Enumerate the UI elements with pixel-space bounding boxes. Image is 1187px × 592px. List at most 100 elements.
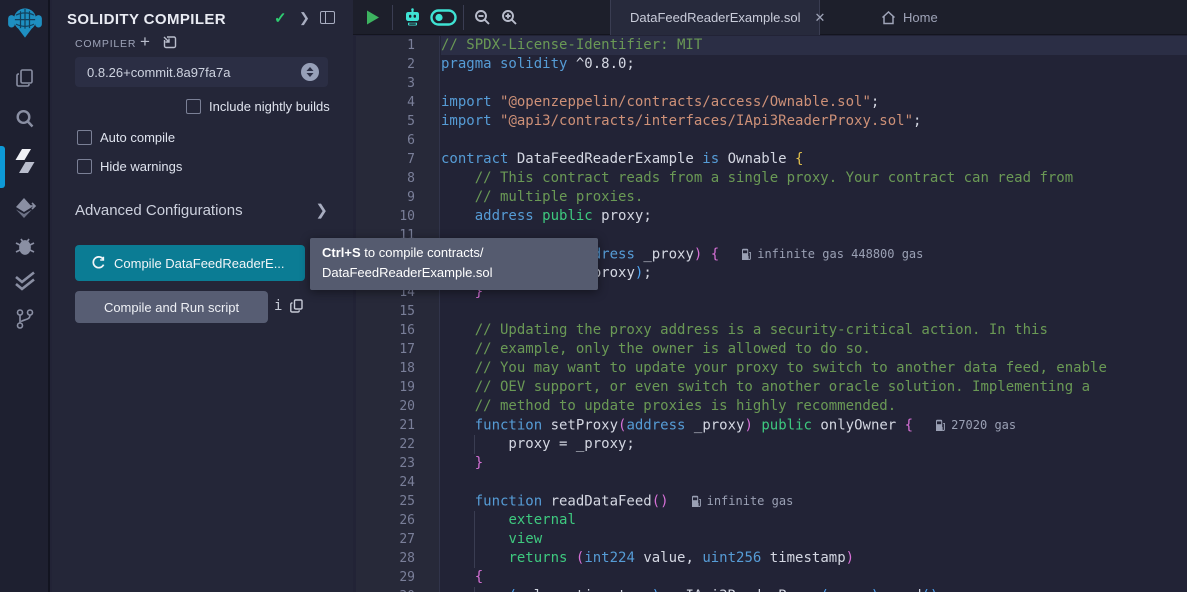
line-number: 18 [356, 359, 439, 378]
code-line: import "@api3/contracts/interfaces/IApi3… [441, 112, 1187, 131]
git-branch-icon[interactable] [0, 300, 50, 338]
solidity-compiler-icon[interactable] [0, 142, 50, 180]
compile-tooltip: Ctrl+S to compile contracts/ DataFeedRea… [310, 238, 598, 290]
line-number: 27 [356, 530, 439, 549]
gas-pump-icon [741, 248, 752, 261]
code-editor[interactable]: 1234567891011121314151617181920212223242… [353, 35, 1187, 592]
compiler-section-label: COMPILER [75, 38, 136, 50]
code-line: contract DataFeedReaderExample is Ownabl… [441, 150, 1187, 169]
chevron-right-icon: ❯ [315, 201, 328, 219]
zoom-out-icon[interactable] [469, 0, 496, 35]
panel-expand-chevron-icon[interactable]: ❯ [299, 10, 310, 26]
tooltip-shortcut: Ctrl+S [322, 245, 361, 260]
code-line: { [441, 568, 1187, 587]
code-line: (value, timestamp) = IApi3ReaderProxy(pr… [441, 587, 1187, 592]
line-number: 8 [356, 169, 439, 188]
ai-assistant-robot-icon[interactable] [397, 0, 427, 35]
line-number: 26 [356, 511, 439, 530]
solidity-compiler-panel: SOLIDITY COMPILER ✓ ❯ COMPILER + 0.8.26+… [52, 0, 353, 592]
code-line: pragma solidity ^0.8.0; [441, 55, 1187, 74]
version-stepper-icon[interactable] [301, 63, 319, 81]
tab-home-label: Home [903, 10, 938, 25]
line-number: 9 [356, 188, 439, 207]
line-number: 15 [356, 302, 439, 321]
plugin-icon-bar [0, 0, 50, 592]
line-number: 16 [356, 321, 439, 340]
load-compiler-icon[interactable] [162, 35, 177, 55]
run-script-button[interactable] [359, 0, 387, 35]
remix-ide-window: SOLIDITY COMPILER ✓ ❯ COMPILER + 0.8.26+… [0, 0, 1187, 592]
tab-close-icon[interactable]: ✕ [815, 10, 826, 26]
tooltip-file: DataFeedReaderExample.sol [322, 263, 586, 283]
line-number: 25 [356, 492, 439, 511]
refresh-icon [91, 256, 105, 270]
info-icon[interactable]: i [274, 298, 282, 314]
indent-guide [474, 587, 475, 592]
line-number: 7 [356, 150, 439, 169]
code-line [441, 74, 1187, 93]
add-compiler-icon[interactable]: + [140, 32, 150, 52]
tooltip-text: to compile contracts/ [361, 245, 484, 260]
ai-copilot-toggle[interactable] [426, 0, 460, 35]
unit-testing-icon[interactable] [0, 262, 50, 300]
include-nightly-checkbox[interactable] [186, 99, 201, 114]
remix-logo[interactable] [0, 4, 50, 42]
code-line: import "@openzeppelin/contracts/access/O… [441, 93, 1187, 112]
search-icon[interactable] [0, 100, 50, 138]
code-line [441, 302, 1187, 321]
gas-pump-icon [691, 495, 702, 508]
auto-compile-checkbox-row[interactable]: Auto compile [77, 130, 175, 145]
gas-pump-icon [935, 419, 946, 432]
line-number: 30 [356, 587, 439, 592]
compile-success-check-icon: ✓ [274, 9, 287, 27]
code-line: // example, only the owner is allowed to… [441, 340, 1187, 359]
debugger-bug-icon[interactable] [0, 227, 50, 265]
advanced-configurations-label: Advanced Configurations [75, 202, 243, 219]
tab-home[interactable]: Home [869, 0, 950, 35]
compiler-version-value: 0.8.26+commit.8a97fa7a [87, 65, 230, 80]
hide-warnings-checkbox-row[interactable]: Hide warnings [77, 159, 182, 174]
advanced-configurations-toggle[interactable]: Advanced Configurations ❯ [75, 201, 328, 219]
code-line: external [441, 511, 1187, 530]
file-explorer-icon[interactable] [0, 59, 50, 97]
code-lines: // SPDX-License-Identifier: MITpragma so… [441, 36, 1187, 592]
gutter: 1234567891011121314151617181920212223242… [356, 36, 440, 592]
compiler-version-select[interactable]: 0.8.26+commit.8a97fa7a [75, 57, 328, 87]
toolbar-divider [392, 5, 393, 30]
compile-button[interactable]: Compile DataFeedReaderE... [75, 245, 305, 281]
include-nightly-checkbox-row[interactable]: Include nightly builds [186, 99, 330, 114]
hide-warnings-label: Hide warnings [100, 159, 182, 174]
auto-compile-label: Auto compile [100, 130, 175, 145]
indent-guide [474, 549, 475, 568]
line-number: 2 [356, 55, 439, 74]
code-line: address public proxy; [441, 207, 1187, 226]
panel-title: SOLIDITY COMPILER [67, 11, 226, 28]
indent-guide [474, 435, 475, 454]
code-line: // You may want to update your proxy to … [441, 359, 1187, 378]
gas-estimate: infinite gas 448800 gas [741, 245, 923, 264]
code-line: returns (int224 value, uint256 timestamp… [441, 549, 1187, 568]
auto-compile-checkbox[interactable] [77, 130, 92, 145]
line-number: 24 [356, 473, 439, 492]
line-number: 1 [356, 36, 439, 55]
line-number: 5 [356, 112, 439, 131]
copy-icon[interactable] [290, 299, 303, 318]
toolbar-divider [463, 5, 464, 30]
code-line: function setProxy(address _proxy) public… [441, 416, 1187, 435]
compile-and-run-button[interactable]: Compile and Run script [75, 291, 268, 323]
line-number: 4 [356, 93, 439, 112]
gas-estimate: infinite gas [691, 492, 794, 511]
code-line [441, 131, 1187, 150]
line-number: 28 [356, 549, 439, 568]
editor-tab-bar: Home DataFeedReaderExample.sol ✕ [353, 0, 1187, 35]
hide-warnings-checkbox[interactable] [77, 159, 92, 174]
indent-guide [474, 511, 475, 530]
tooltip-line-1: Ctrl+S to compile contracts/ [322, 243, 586, 263]
pin-panel-icon[interactable] [320, 11, 335, 24]
tab-datafeedreaderexample[interactable]: DataFeedReaderExample.sol ✕ [610, 0, 820, 35]
line-number: 10 [356, 207, 439, 226]
line-number: 23 [356, 454, 439, 473]
zoom-in-icon[interactable] [496, 0, 523, 35]
code-line: function readDataFeed()infinite gas [441, 492, 1187, 511]
deploy-run-icon[interactable] [0, 189, 50, 227]
